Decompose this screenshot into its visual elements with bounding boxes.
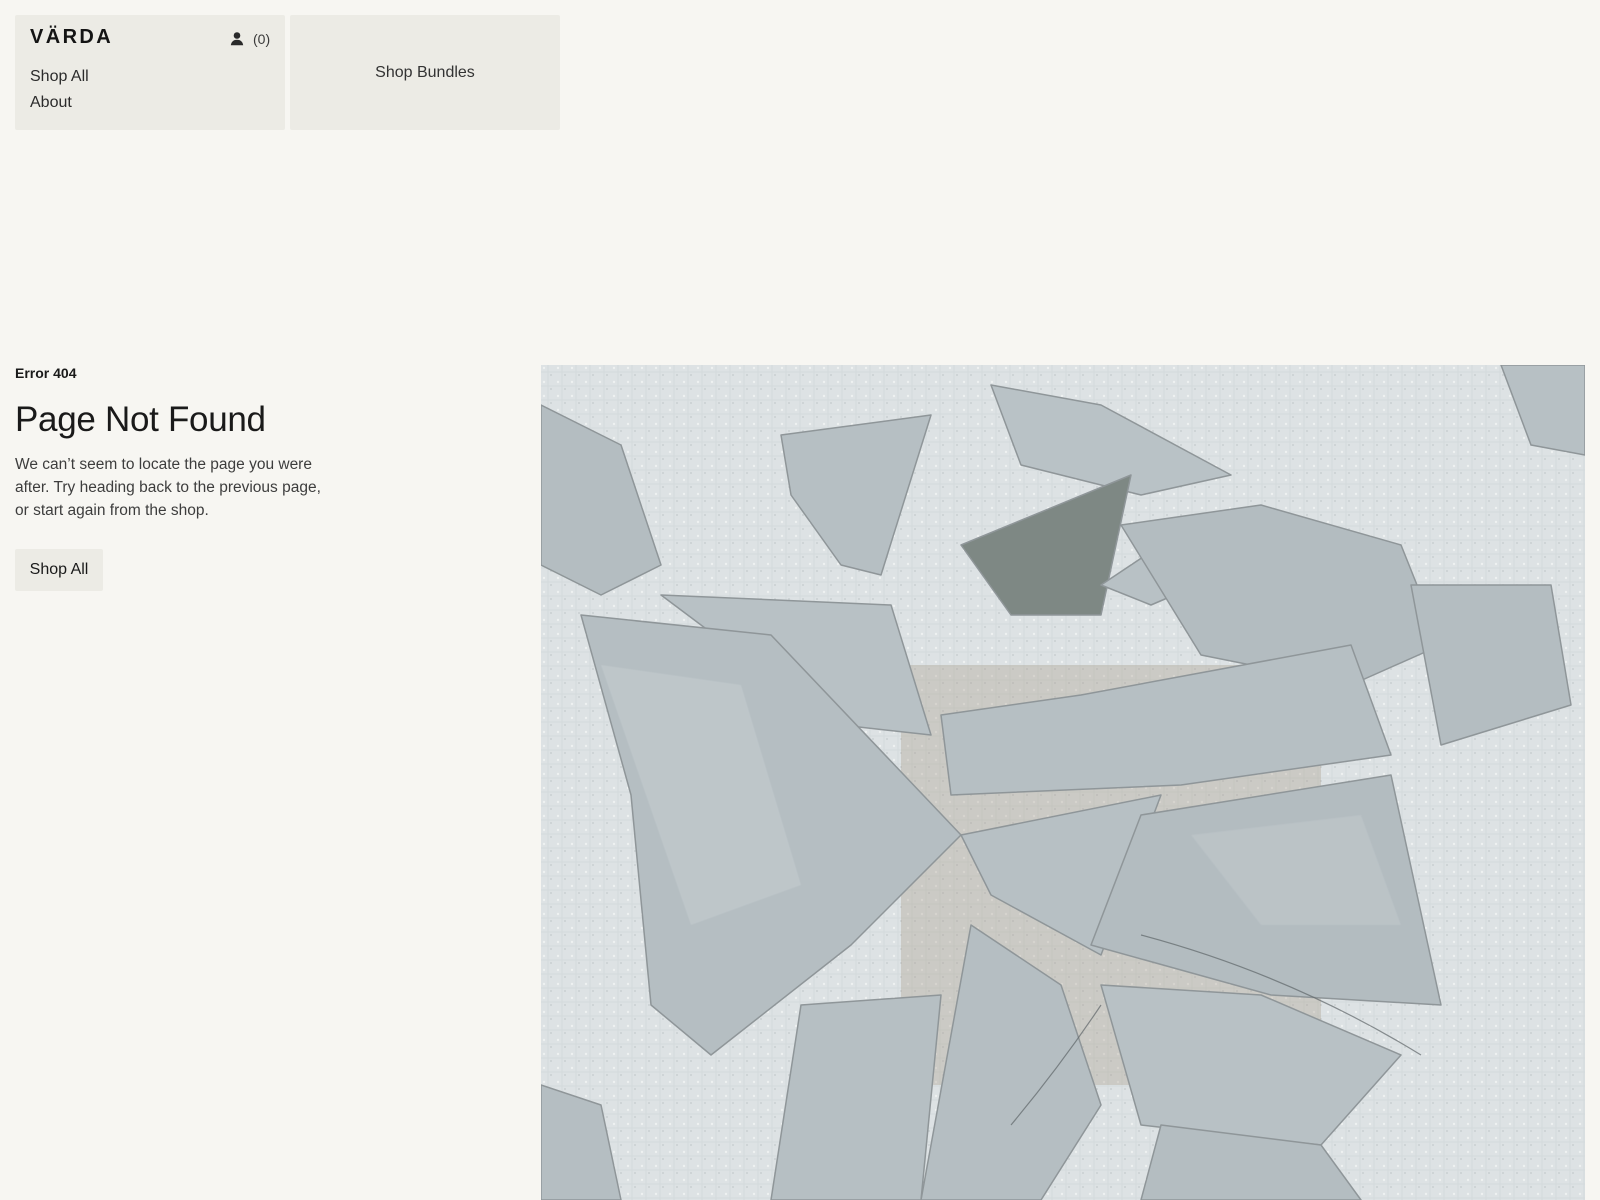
error-description: We can’t seem to locate the page you wer… [15, 456, 321, 519]
nav-link-shop-all[interactable]: Shop All [30, 67, 89, 87]
account-button[interactable] [227, 29, 247, 49]
broken-clay-shards-illustration [541, 365, 1585, 1200]
cart-count-button[interactable]: (0) [253, 29, 270, 49]
person-icon [230, 32, 244, 46]
error-code-label: Error 404 [15, 365, 77, 381]
shop-bundles-label: Shop Bundles [375, 64, 475, 81]
page-title: Page Not Found [15, 400, 266, 439]
shop-all-button[interactable]: Shop All [15, 549, 103, 591]
nav-link-about[interactable]: About [30, 93, 72, 113]
header-nav-panel: VÄRDA (0) Shop All About [15, 15, 285, 130]
hero-image [541, 365, 1585, 1200]
shop-bundles-panel[interactable]: Shop Bundles [290, 15, 560, 130]
brand-logo[interactable]: VÄRDA [30, 26, 113, 49]
